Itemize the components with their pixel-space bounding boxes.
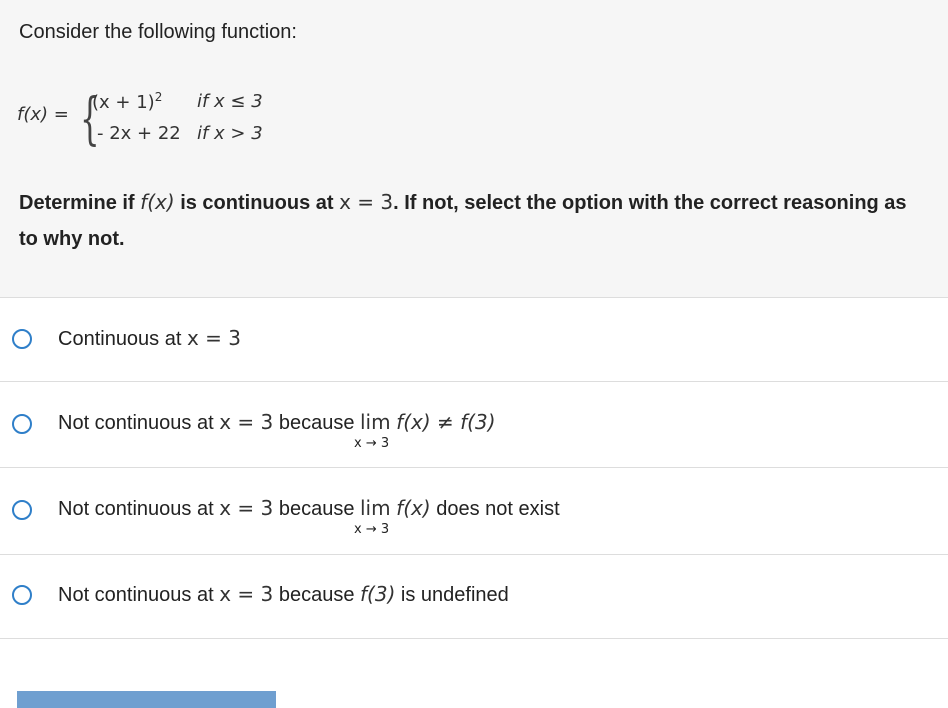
- option-label: Continuous at x = 3: [58, 326, 242, 350]
- answer-option-3[interactable]: Not continuous at x = 3 because lim x → 3…: [0, 468, 948, 554]
- divider: [0, 638, 948, 639]
- option-label: Not continuous at x = 3 because lim x → 3…: [58, 496, 560, 537]
- radio-button[interactable]: [12, 329, 32, 349]
- submit-button[interactable]: [17, 691, 276, 708]
- answer-option-2[interactable]: Not continuous at x = 3 because lim x → 3…: [0, 382, 948, 467]
- radio-button[interactable]: [12, 585, 32, 605]
- question-prompt: Consider the following function:: [19, 21, 297, 43]
- function-lhs: f(x) =: [17, 104, 69, 125]
- question-instruction: Determine if f(x) is continuous at x = 3…: [19, 190, 907, 250]
- limit-subscript: x → 3: [354, 436, 390, 451]
- limit-subscript: x → 3: [354, 522, 390, 537]
- option-label: Not continuous at x = 3 because f(3) is …: [58, 582, 509, 606]
- radio-button[interactable]: [12, 414, 32, 434]
- answer-option-4[interactable]: Not continuous at x = 3 because f(3) is …: [0, 555, 948, 638]
- piece-1-expression: (x + 1)2: [92, 90, 163, 113]
- piece-1-condition: if x ≤ 3: [197, 91, 263, 112]
- radio-button[interactable]: [12, 500, 32, 520]
- answer-option-1[interactable]: Continuous at x = 3: [0, 298, 948, 381]
- question-panel: Consider the following function: f(x) = …: [0, 0, 948, 297]
- option-label: Not continuous at x = 3 because lim x → 3…: [58, 410, 496, 451]
- piece-2-expression: - 2x + 22: [97, 123, 181, 144]
- piece-2-condition: if x > 3: [197, 123, 263, 144]
